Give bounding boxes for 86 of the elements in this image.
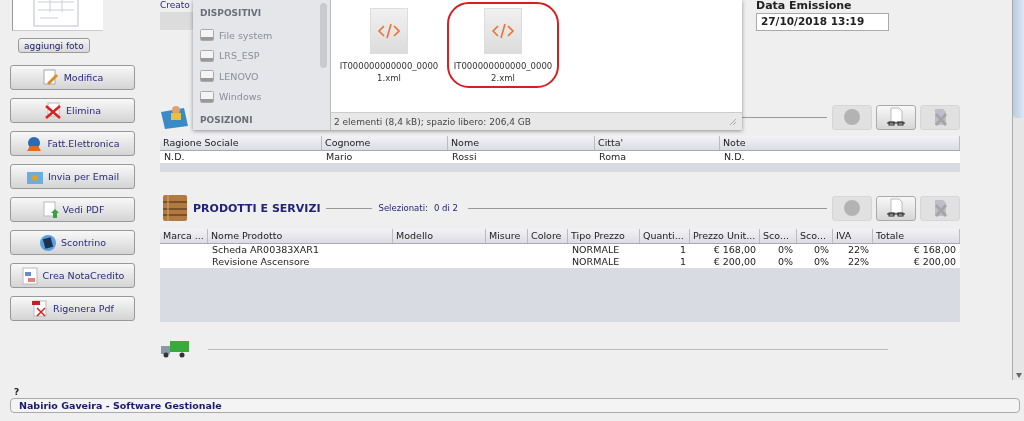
column-header[interactable]: Sco... [797,229,833,243]
selected-count: 0 di 2 [433,203,458,213]
crate-icon [160,193,190,223]
sidebar-heading: POSIZIONI [200,115,254,125]
document-icon [20,266,39,285]
table-cell-text: 22% [846,244,870,256]
tool-button[interactable] [876,195,916,221]
action-button[interactable]: Rigenera Pdf [10,296,135,321]
file-name: IT000000000000_0000 [453,60,553,72]
table-cell-text: N.D. [723,151,746,163]
help-mark: ? [14,387,21,397]
add-photo-button[interactable]: aggiungi foto [18,38,90,53]
table-cell-text: 0% [812,256,830,268]
table-cell-text: N.D. [163,151,186,163]
drive-icon [200,90,214,103]
table-cell-text: Scheda AR00383XAR1 [211,244,320,256]
xml-file-icon [484,8,522,54]
table-cell-text: € 168,00 [712,244,757,256]
truck-icon [160,340,190,358]
table-cell-text: 0% [812,244,830,256]
drive-icon [200,49,214,62]
column-header[interactable]: Nome [448,136,595,150]
tool-button[interactable] [876,104,916,130]
table-cell-text: Mario [325,151,354,163]
created-label: Creato [160,0,191,10]
glasses-icon [884,106,908,128]
table-cell-text: Revisione Ascensore [211,256,311,268]
drive-icon [200,29,214,42]
table-cell-text: Roma [598,151,628,163]
date-label: Data Emissione [756,0,853,12]
table-cell-text: 0% [776,244,794,256]
xml-file-icon [370,8,408,54]
action-button[interactable]: Vedi PDF [10,197,135,222]
pencil-icon [41,68,60,87]
table-cell-text: 1 [678,256,687,268]
column-header[interactable]: Misure [486,229,528,243]
column-header[interactable]: Totale [873,229,960,243]
cross-icon [44,101,62,120]
file-name: 1.xml [377,72,401,84]
table-cell-text: 22% [846,256,870,268]
sidebar-heading: DISPOSITIVI [200,8,263,18]
column-header[interactable]: Citta' [595,136,720,150]
column-header[interactable]: Cognome [322,136,448,150]
table-cell-text: Rossi [451,151,478,163]
resize-grip-icon [730,118,736,125]
drive-icon [200,70,214,83]
column-header[interactable]: Nome Prodotto [208,229,393,243]
table-cell-text: € 200,00 [712,256,757,268]
status-text: 2 elementi (8,4 kB); spazio libero: 206,4 GB [334,116,531,127]
scrollbar[interactable] [1012,0,1024,380]
column-header[interactable]: Modello [393,229,486,243]
column-header[interactable]: Note [720,136,960,150]
table-cell-text: NORMALE [571,244,621,256]
action-button[interactable]: Modifica [10,65,135,90]
status-bar: Nabirio Gaveira - Software Gestionale [10,398,1020,413]
column-header[interactable]: Quanti... [640,229,690,243]
date-field[interactable]: 27/10/2018 13:19 [756,13,889,31]
table-cell-text: 0% [776,256,794,268]
folder-person-icon [160,104,190,130]
pdf-icon [31,299,50,318]
table-cell-text: € 200,00 [912,256,957,268]
table-cell-text: NORMALE [571,256,621,268]
file-name: IT000000000000_0000 [339,60,439,72]
action-button[interactable]: Elimina [10,98,135,123]
action-button[interactable]: Scontrino [10,230,135,255]
scroll-down-arrow-icon[interactable] [1016,373,1022,378]
table-cell-text: € 168,00 [912,244,957,256]
column-header[interactable]: Sco... [760,229,797,243]
table-cell-text: 1 [678,244,687,256]
file-item[interactable]: IT000000000000_0000 2.xml [447,2,559,88]
action-button[interactable]: Fatt.Elettronica [10,131,135,156]
column-header[interactable]: Marca ... [160,229,208,243]
column-header[interactable]: Prezzo Unit... [690,229,760,243]
column-header[interactable]: Colore [528,229,568,243]
column-header[interactable]: Tipo Prezzo [568,229,640,243]
sidebar-scrollbar[interactable] [320,3,327,68]
action-button[interactable]: Invia per Email [10,164,135,189]
selected-label: Selezionati: [378,203,428,213]
file-item[interactable]: IT000000000000_0000 1.xml [333,2,445,88]
action-button[interactable]: Crea NotaCredito [10,263,135,288]
glasses-icon [884,197,908,219]
column-header[interactable]: IVA [833,229,873,243]
column-header[interactable]: Ragione Sociale [160,136,322,150]
section-title: PRODOTTI E SERVIZI [193,201,321,215]
receipt-icon [38,233,57,252]
file-name: 2.xml [491,72,515,84]
